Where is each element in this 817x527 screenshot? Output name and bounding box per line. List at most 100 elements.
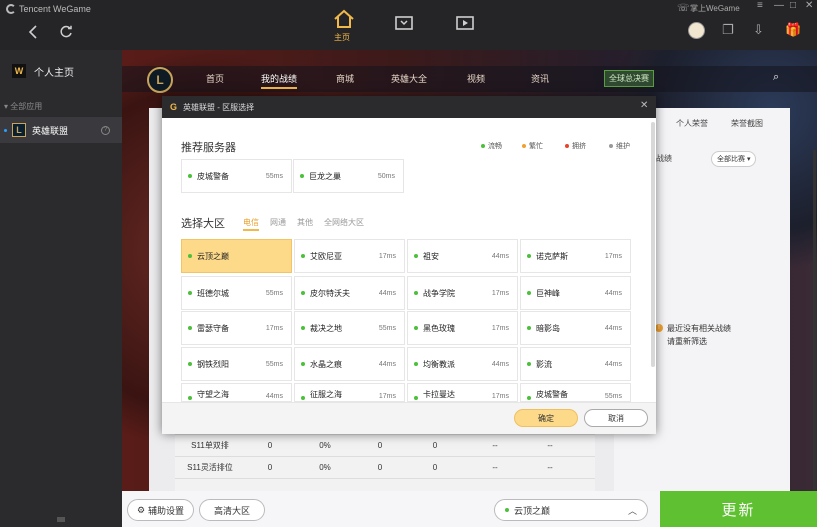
table-cell: 0: [432, 441, 438, 450]
match-filter-dropdown[interactable]: 全部比赛 ▾: [711, 151, 757, 167]
region-select[interactable]: 云顶之巅 ︿: [494, 499, 648, 521]
server-ping: 55ms: [604, 393, 622, 400]
server-card[interactable]: 艾欧尼亚 17ms: [294, 239, 405, 273]
dialog-close-icon[interactable]: ✕: [640, 100, 648, 111]
sidebar-item-personal[interactable]: W 个人主页: [0, 58, 122, 84]
server-card[interactable]: 影流 44ms: [520, 347, 631, 381]
server-ping: 44ms: [378, 289, 396, 297]
status-dot-icon: [414, 254, 418, 258]
cancel-button[interactable]: 取消: [584, 409, 648, 427]
filter-tab-telecom[interactable]: 电信: [243, 217, 259, 231]
confirm-button[interactable]: 确定: [514, 409, 578, 427]
download-icon[interactable]: ⇩: [753, 22, 764, 38]
filter-tab-all-network[interactable]: 全网络大区: [324, 217, 364, 228]
game-tab-news[interactable]: 资讯: [531, 72, 549, 85]
game-tab-heroes[interactable]: 英雄大全: [391, 72, 427, 85]
app-brand: Tencent WeGame: [6, 4, 91, 14]
sidebar-item-lol[interactable]: L 英雄联盟 ?: [0, 117, 122, 143]
server-card[interactable]: 云顶之巅: [181, 239, 292, 273]
game-tab-video[interactable]: 视频: [467, 72, 485, 85]
gear-icon: ⚙: [136, 504, 146, 515]
menu-icon[interactable]: ≡: [757, 0, 763, 11]
gift-icon[interactable]: 🎁: [785, 22, 801, 38]
recommended-server-card[interactable]: 巨龙之巢 50ms: [293, 159, 404, 193]
home-tab[interactable]: [332, 9, 356, 29]
minimize-icon[interactable]: —: [774, 0, 784, 11]
server-card[interactable]: 班德尔城 55ms: [181, 276, 292, 310]
game-tab-home[interactable]: 首页: [206, 72, 224, 85]
server-card[interactable]: 卡拉曼达 17ms: [407, 383, 518, 402]
close-icon[interactable]: ✕: [805, 0, 813, 11]
tab-personal-honor[interactable]: 个人荣誉: [676, 118, 708, 129]
status-dot-icon: [527, 254, 531, 258]
server-card[interactable]: 巨神峰 44ms: [520, 276, 631, 310]
legend-item: 流畅: [481, 141, 502, 151]
server-name: 诺克萨斯: [536, 251, 568, 261]
status-dot-icon: [301, 254, 305, 258]
recommended-title: 推荐服务器: [181, 142, 236, 154]
server-ping: 44ms: [378, 360, 396, 368]
server-card[interactable]: 黑色玫瑰 17ms: [407, 311, 518, 345]
server-card[interactable]: 征服之海 17ms: [294, 383, 405, 402]
hd-region-button[interactable]: 高清大区: [199, 499, 265, 521]
server-card[interactable]: 祖安 44ms: [407, 239, 518, 273]
back-button[interactable]: [22, 21, 44, 43]
select-region-title: 选择大区: [181, 218, 225, 230]
game-tab-record[interactable]: 我的战绩: [261, 72, 298, 89]
server-ping: 17ms: [491, 289, 509, 297]
skin-icon[interactable]: ❐: [722, 22, 734, 38]
phone-icon[interactable]: ☏: [677, 3, 690, 14]
status-dot-icon: [527, 291, 531, 295]
legend-item: 维护: [609, 141, 630, 151]
store-tab[interactable]: [392, 13, 416, 33]
wegame-w-icon: W: [12, 64, 26, 78]
page-scrollbar[interactable]: [813, 150, 816, 491]
server-card[interactable]: 守望之海 44ms: [181, 383, 292, 402]
sidebar-resize-handle[interactable]: [57, 517, 65, 522]
filter-tab-netcom[interactable]: 网通: [270, 217, 286, 228]
warning-icon: !: [655, 324, 663, 332]
status-dot-icon: [188, 396, 192, 400]
sidebar-section-all-apps[interactable]: ▾ 全部应用: [4, 101, 42, 112]
legend-label: 拥挤: [572, 143, 586, 150]
server-card[interactable]: 战争学院 17ms: [407, 276, 518, 310]
server-ping: 50ms: [377, 172, 395, 180]
worlds-button[interactable]: 全球总决赛: [604, 70, 654, 87]
server-card[interactable]: 皮尔特沃夫 44ms: [294, 276, 405, 310]
assist-settings-button[interactable]: ⚙ 辅助设置: [127, 499, 194, 521]
legend-item: 繁忙: [522, 141, 543, 151]
server-name: 均衡教派: [423, 359, 455, 369]
server-card[interactable]: 暗影岛 44ms: [520, 311, 631, 345]
refresh-button[interactable]: [55, 21, 77, 43]
tab-honor-screenshot[interactable]: 荣誉截图: [731, 118, 763, 129]
server-card[interactable]: 钢铁烈阳 55ms: [181, 347, 292, 381]
dialog-scrollbar[interactable]: [651, 122, 655, 367]
status-dot-icon: [301, 326, 305, 330]
server-name: 皮城警备: [197, 171, 229, 181]
server-card[interactable]: 皮城警备 55ms: [520, 383, 631, 402]
empty-msg-line1: 最近没有相关战绩: [667, 324, 731, 333]
update-button[interactable]: 更新: [660, 491, 817, 527]
server-card[interactable]: 水晶之痕 44ms: [294, 347, 405, 381]
help-icon[interactable]: ?: [101, 125, 110, 135]
maximize-icon[interactable]: □: [790, 0, 796, 11]
mobile-wegame-link[interactable]: 掌上WeGame: [690, 3, 740, 14]
video-tab[interactable]: [453, 13, 477, 33]
server-card[interactable]: 诺克萨斯 17ms: [520, 239, 631, 273]
avatar[interactable]: [688, 22, 705, 39]
server-card[interactable]: 裁决之地 55ms: [294, 311, 405, 345]
status-dot-icon: [301, 291, 305, 295]
server-card[interactable]: 雷瑟守备 17ms: [181, 311, 292, 345]
filter-tab-other[interactable]: 其他: [297, 217, 313, 228]
table-row: S11单双排 0 0% 0 0 -- --: [175, 435, 595, 457]
server-ping: 17ms: [265, 324, 283, 332]
recommended-server-card[interactable]: 皮城警备 55ms: [181, 159, 292, 193]
search-icon[interactable]: ⌕: [773, 71, 779, 84]
server-name: 皮城警备: [536, 390, 568, 399]
status-dot-icon: [505, 508, 509, 512]
game-tab-mall[interactable]: 商城: [336, 72, 354, 85]
server-card[interactable]: 均衡教派 44ms: [407, 347, 518, 381]
status-dot-icon: [300, 174, 304, 178]
status-dot-icon: [414, 362, 418, 366]
status-dot-icon: [414, 291, 418, 295]
